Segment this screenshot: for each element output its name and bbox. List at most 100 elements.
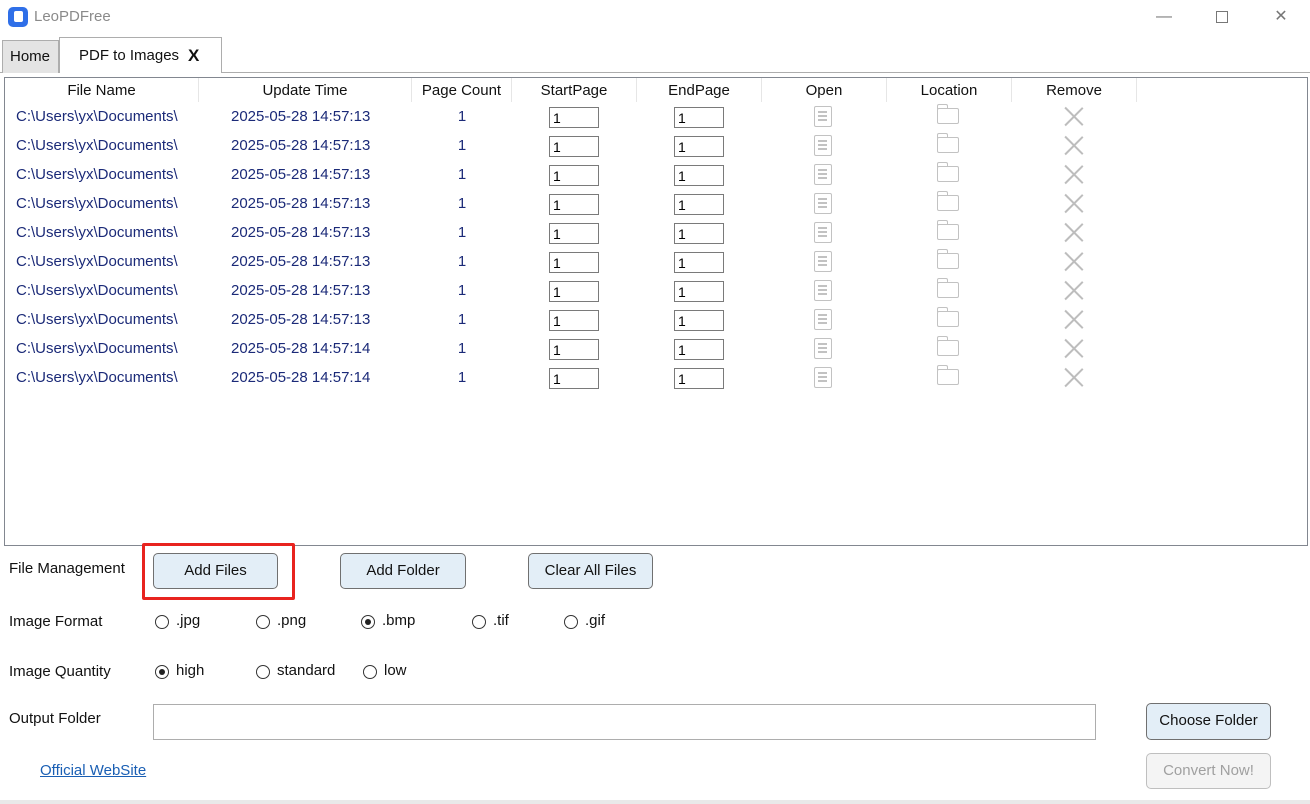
remove-file-x-icon[interactable] [1063,106,1084,127]
table-row[interactable]: C:\Users\yx\Documents\ 2025-05-28 14:57:… [5,189,1305,218]
open-location-folder-icon[interactable] [936,249,959,269]
column-header-end-page[interactable]: EndPage [637,78,762,102]
end-page-input[interactable] [674,136,724,157]
open-file-document-icon[interactable] [814,338,832,359]
end-page-input[interactable] [674,281,724,302]
radio-low[interactable] [363,665,377,679]
open-file-document-icon[interactable] [814,164,832,185]
table-row[interactable]: C:\Users\yx\Documents\ 2025-05-28 14:57:… [5,102,1305,131]
column-header-start-page[interactable]: StartPage [512,78,637,102]
remove-file-x-icon[interactable] [1063,222,1084,243]
open-file-document-icon[interactable] [814,251,832,272]
open-file-document-icon[interactable] [814,367,832,388]
table-row[interactable]: C:\Users\yx\Documents\ 2025-05-28 14:57:… [5,160,1305,189]
radio-gif[interactable] [564,615,578,629]
radio-gif-label[interactable]: .gif [585,612,605,629]
radio-high-label[interactable]: high [176,662,204,679]
table-row[interactable]: C:\Users\yx\Documents\ 2025-05-28 14:57:… [5,276,1305,305]
radio-standard[interactable] [256,665,270,679]
radio-low-label[interactable]: low [384,662,407,679]
open-location-folder-icon[interactable] [936,336,959,356]
radio-bmp-label[interactable]: .bmp [382,612,415,629]
file-name-cell: C:\Users\yx\Documents\ [16,224,178,241]
end-page-input[interactable] [674,252,724,273]
radio-high[interactable] [155,665,169,679]
column-header-location[interactable]: Location [887,78,1012,102]
clear-all-files-button[interactable]: Clear All Files [528,553,653,589]
remove-file-x-icon[interactable] [1063,338,1084,359]
column-header-file-name[interactable]: File Name [5,78,199,102]
output-folder-input[interactable] [153,704,1096,740]
start-page-input[interactable] [549,368,599,389]
open-location-folder-icon[interactable] [936,191,959,211]
close-window-button[interactable]: ✕ [1263,4,1299,30]
open-location-folder-icon[interactable] [936,278,959,298]
open-file-document-icon[interactable] [814,222,832,243]
table-row[interactable]: C:\Users\yx\Documents\ 2025-05-28 14:57:… [5,334,1305,363]
open-file-document-icon[interactable] [814,135,832,156]
open-file-document-icon[interactable] [814,193,832,214]
radio-jpg-label[interactable]: .jpg [176,612,200,629]
start-page-input[interactable] [549,136,599,157]
radio-standard-label[interactable]: standard [277,662,335,679]
remove-file-x-icon[interactable] [1063,193,1084,214]
table-row[interactable]: C:\Users\yx\Documents\ 2025-05-28 14:57:… [5,305,1305,334]
end-page-input[interactable] [674,310,724,331]
tab-pdf-to-images[interactable]: PDF to Images X [59,37,222,73]
start-page-input[interactable] [549,107,599,128]
remove-file-x-icon[interactable] [1063,309,1084,330]
open-location-folder-icon[interactable] [936,220,959,240]
start-page-input[interactable] [549,194,599,215]
column-header-page-count[interactable]: Page Count [412,78,512,102]
start-page-input[interactable] [549,281,599,302]
minimize-button[interactable]: — [1146,4,1182,30]
column-header-update-time[interactable]: Update Time [199,78,412,102]
radio-jpg[interactable] [155,615,169,629]
open-location-folder-icon[interactable] [936,365,959,385]
open-location-folder-icon[interactable] [936,104,959,124]
file-name-cell: C:\Users\yx\Documents\ [16,311,178,328]
end-page-input[interactable] [674,107,724,128]
add-folder-button[interactable]: Add Folder [340,553,466,589]
end-page-input[interactable] [674,165,724,186]
radio-png[interactable] [256,615,270,629]
radio-tif[interactable] [472,615,486,629]
start-page-input[interactable] [549,252,599,273]
remove-file-x-icon[interactable] [1063,251,1084,272]
tab-home[interactable]: Home [2,40,59,73]
maximize-button[interactable] [1204,4,1240,30]
open-file-document-icon[interactable] [814,106,832,127]
remove-file-x-icon[interactable] [1063,135,1084,156]
app-title: LeoPDFree [34,8,111,25]
page-count-cell: 1 [457,195,467,212]
radio-tif-label[interactable]: .tif [493,612,509,629]
official-website-link[interactable]: Official WebSite [40,762,146,779]
column-header-open[interactable]: Open [762,78,887,102]
column-header-remove[interactable]: Remove [1012,78,1137,102]
table-row[interactable]: C:\Users\yx\Documents\ 2025-05-28 14:57:… [5,247,1305,276]
radio-png-label[interactable]: .png [277,612,306,629]
end-page-input[interactable] [674,368,724,389]
table-row[interactable]: C:\Users\yx\Documents\ 2025-05-28 14:57:… [5,131,1305,160]
remove-file-x-icon[interactable] [1063,164,1084,185]
end-page-input[interactable] [674,223,724,244]
start-page-input[interactable] [549,339,599,360]
table-row[interactable]: C:\Users\yx\Documents\ 2025-05-28 14:57:… [5,363,1305,392]
convert-now-button[interactable]: Convert Now! [1146,753,1271,789]
start-page-input[interactable] [549,310,599,331]
open-file-document-icon[interactable] [814,280,832,301]
radio-bmp[interactable] [361,615,375,629]
end-page-input[interactable] [674,339,724,360]
choose-folder-button[interactable]: Choose Folder [1146,703,1271,740]
start-page-input[interactable] [549,223,599,244]
open-location-folder-icon[interactable] [936,162,959,182]
table-row[interactable]: C:\Users\yx\Documents\ 2025-05-28 14:57:… [5,218,1305,247]
remove-file-x-icon[interactable] [1063,367,1084,388]
open-location-folder-icon[interactable] [936,307,959,327]
start-page-input[interactable] [549,165,599,186]
open-location-folder-icon[interactable] [936,133,959,153]
remove-file-x-icon[interactable] [1063,280,1084,301]
open-file-document-icon[interactable] [814,309,832,330]
end-page-input[interactable] [674,194,724,215]
tab-close-button[interactable]: X [188,38,199,74]
